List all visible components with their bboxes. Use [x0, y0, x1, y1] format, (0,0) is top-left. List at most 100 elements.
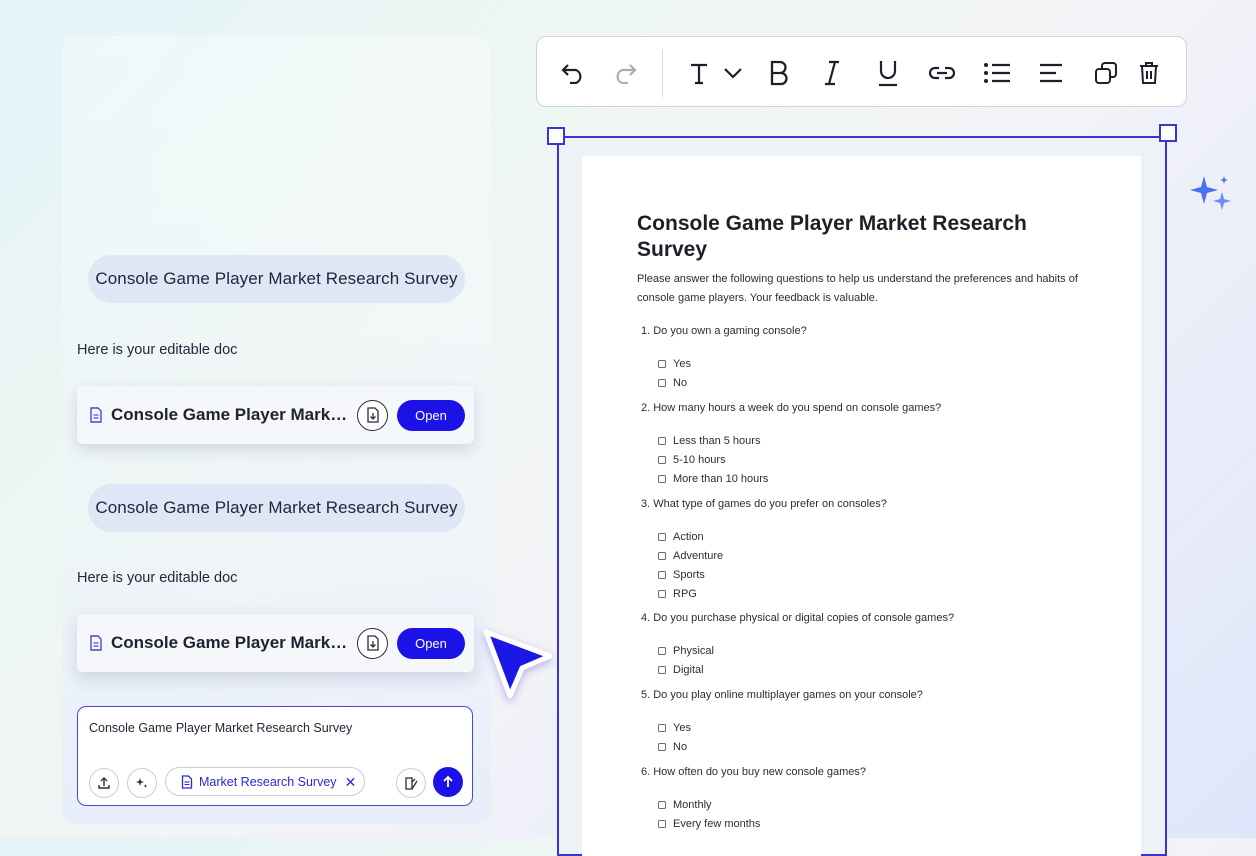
checkbox[interactable] [658, 647, 666, 655]
checkbox[interactable] [658, 571, 666, 579]
align-left-button[interactable] [1036, 58, 1066, 88]
checkbox[interactable] [658, 437, 666, 445]
checkbox[interactable] [658, 456, 666, 464]
toolbar-divider [662, 49, 663, 97]
italic-icon [825, 60, 839, 86]
download-button[interactable] [357, 627, 388, 659]
attachment-label: Market Research Survey [199, 774, 337, 789]
chat-composer[interactable]: Console Game Player Market Research Surv… [77, 706, 473, 806]
duplicate-button[interactable] [1091, 58, 1121, 88]
download-icon [366, 407, 379, 423]
survey-option[interactable]: Less than 5 hours [658, 435, 760, 447]
assistant-reply: Here is your editable doc [77, 570, 238, 586]
pointer-cursor-icon [483, 629, 553, 699]
doc-card[interactable]: Console Game Player Market Research Surv… [77, 386, 474, 444]
chevron-down-icon [724, 68, 742, 79]
bold-icon [770, 60, 788, 86]
template-icon [404, 776, 418, 790]
align-left-icon [1040, 63, 1062, 83]
option-label: Less than 5 hours [673, 435, 761, 447]
document-icon [90, 407, 102, 423]
survey-question: 6. How often do you buy new console game… [641, 766, 867, 778]
redo-button[interactable] [609, 58, 639, 88]
delete-button[interactable] [1134, 58, 1164, 88]
open-button[interactable]: Open [397, 399, 465, 431]
option-label: Physical [673, 645, 714, 657]
doc-card[interactable]: Console Game Player Market Research Surv… [77, 614, 474, 672]
user-prompt-bubble: Console Game Player Market Research Surv… [88, 255, 465, 303]
checkbox[interactable] [658, 666, 666, 674]
option-label: No [673, 741, 688, 753]
checkbox[interactable] [658, 724, 666, 732]
text-style-dropdown[interactable] [718, 58, 748, 88]
arrow-up-icon [443, 775, 453, 787]
survey-option[interactable]: 5-10 hours [658, 454, 726, 466]
checkbox[interactable] [658, 475, 666, 483]
survey-option[interactable]: Physical [658, 645, 714, 657]
italic-button[interactable] [817, 58, 847, 88]
option-label: Digital [673, 664, 704, 676]
download-icon [366, 635, 379, 651]
formatting-toolbar [536, 36, 1187, 107]
option-label: Yes [673, 358, 691, 370]
survey-option[interactable]: Adventure [658, 550, 723, 562]
checkbox[interactable] [658, 801, 666, 809]
text-style-icon [691, 63, 707, 85]
delete-icon [1140, 62, 1158, 84]
survey-option[interactable]: Every few months [658, 818, 760, 830]
duplicate-icon [1095, 62, 1117, 84]
checkbox[interactable] [658, 379, 666, 387]
undo-button[interactable] [559, 58, 589, 88]
document-icon [90, 635, 102, 651]
survey-question: 1. Do you own a gaming console? [641, 325, 807, 337]
survey-option[interactable]: Action [658, 531, 704, 543]
redo-icon [616, 64, 637, 84]
remove-attachment-icon[interactable]: ✕ [345, 775, 357, 789]
resize-handle-top-left[interactable] [547, 127, 565, 145]
option-label: Adventure [673, 550, 724, 562]
survey-option[interactable]: Yes [658, 358, 691, 370]
resize-handle-top-right[interactable] [1159, 124, 1177, 142]
checkbox[interactable] [658, 533, 666, 541]
document-title: Console Game Player Market Research Surv… [637, 212, 1027, 261]
user-prompt-text: Console Game Player Market Research Surv… [95, 269, 458, 288]
survey-option[interactable]: Monthly [658, 799, 712, 811]
underline-button[interactable] [873, 58, 903, 88]
ai-sparkle-icon [1190, 176, 1231, 210]
checkbox[interactable] [658, 743, 666, 751]
document-intro: Please answer the following questions to… [637, 273, 1078, 304]
survey-option[interactable]: Digital [658, 664, 704, 676]
underline-icon [879, 61, 897, 87]
checkbox[interactable] [658, 360, 666, 368]
bold-button[interactable] [764, 58, 794, 88]
checkbox[interactable] [658, 590, 666, 598]
option-label: Yes [673, 722, 691, 734]
survey-option[interactable]: No [658, 377, 687, 389]
download-button[interactable] [357, 399, 388, 431]
survey-option[interactable]: Yes [658, 722, 691, 734]
checkbox[interactable] [658, 820, 666, 828]
option-label: Sports [673, 569, 705, 581]
survey-question: 2. How many hours a week do you spend on… [641, 402, 942, 414]
open-button[interactable]: Open [397, 627, 465, 659]
attachment-chip[interactable]: Market Research Survey ✕ [165, 767, 365, 796]
ai-magic-button[interactable] [127, 768, 157, 798]
upload-icon [98, 777, 110, 789]
survey-option[interactable]: Sports [658, 569, 705, 581]
template-button[interactable] [396, 768, 426, 798]
survey-question: 5. Do you play online multiplayer games … [641, 689, 923, 701]
survey-option[interactable]: No [658, 741, 687, 753]
option-label: No [673, 377, 688, 389]
checkbox[interactable] [658, 552, 666, 560]
document-icon [181, 774, 193, 789]
text-style-button[interactable] [684, 58, 714, 88]
link-button[interactable] [927, 58, 957, 88]
survey-option[interactable]: More than 10 hours [658, 473, 768, 485]
upload-button[interactable] [89, 768, 119, 798]
user-prompt-bubble: Console Game Player Market Research Surv… [88, 484, 465, 532]
composer-input[interactable]: Console Game Player Market Research Surv… [89, 721, 352, 735]
option-label: 5-10 hours [673, 454, 726, 466]
survey-option[interactable]: RPG [658, 588, 697, 600]
send-button[interactable] [433, 767, 463, 797]
bullet-list-button[interactable] [982, 58, 1012, 88]
